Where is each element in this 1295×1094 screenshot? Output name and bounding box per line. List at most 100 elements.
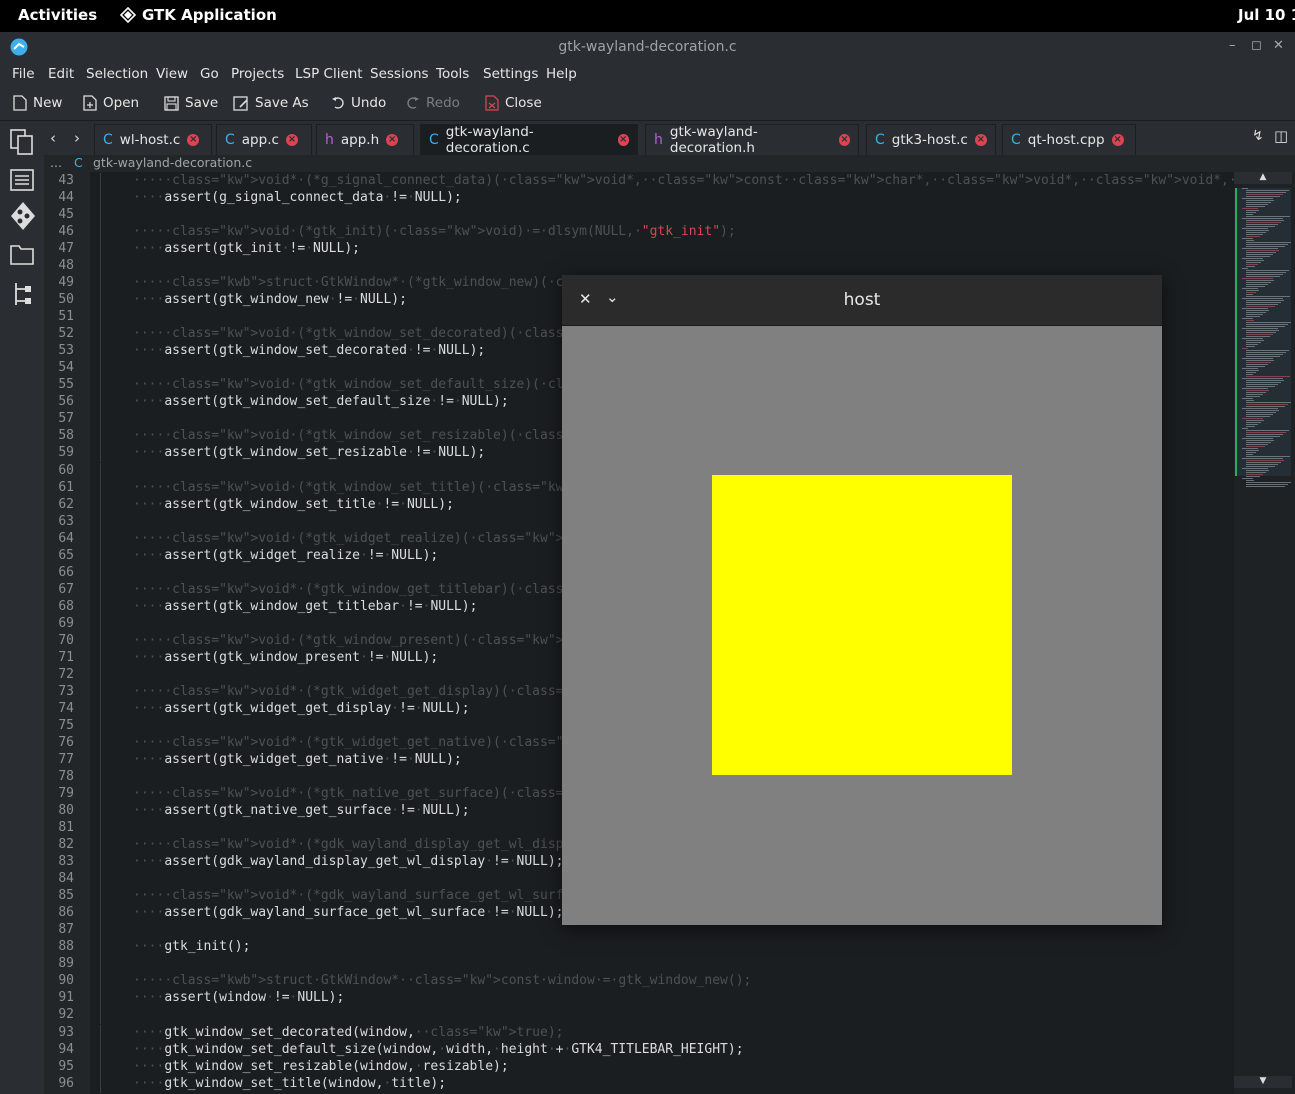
code-line[interactable]: 46 ·····class="kw">void·(*gtk_init)(·clas… — [44, 224, 1234, 242]
code-text: ····assert(gtk_window_set_resizable·!=·N… — [133, 445, 486, 461]
save-as-button[interactable]: Save As — [233, 95, 309, 111]
redo-button[interactable]: Redo — [406, 95, 460, 111]
minimap-line — [1246, 260, 1264, 261]
clock[interactable]: Jul 10 19 — [1238, 6, 1295, 24]
code-line[interactable]: 43 ·····class="kw">void*·(*g_signal_conne… — [44, 173, 1234, 190]
minimap-line — [1246, 476, 1260, 477]
line-number: 67 — [58, 581, 74, 597]
tab-wl-host-c[interactable]: C wl-host.c × — [94, 124, 212, 155]
close-window-icon[interactable]: ✕ — [1273, 38, 1284, 53]
close-tab-icon[interactable]: × — [187, 134, 200, 146]
menu-tools[interactable]: Tools — [436, 66, 469, 82]
code-text: ····assert(gtk_native_get_surface·!=·NUL… — [133, 803, 470, 819]
tab-gtk-wayland-decoration-c[interactable]: C gtk-wayland-decoration.c × — [420, 124, 638, 156]
minimap-line — [1246, 390, 1269, 391]
undo-button[interactable]: Undo — [331, 95, 386, 111]
tree-icon[interactable] — [10, 281, 34, 307]
indent-guide — [100, 564, 101, 582]
minimap-line — [1246, 432, 1286, 433]
tab-gtk-wayland-decoration-h[interactable]: h gtk-wayland-decoration.h × — [645, 124, 859, 156]
minimap-line — [1246, 480, 1254, 481]
indent-guide — [100, 854, 101, 872]
tab-qt-host-cpp[interactable]: C qt-host.cpp × — [1002, 124, 1136, 155]
close-tab-icon[interactable]: × — [838, 134, 850, 146]
gtk-app-icon — [120, 7, 136, 23]
code-line[interactable]: 94 ····gtk_window_set_default_size(window… — [44, 1041, 1234, 1059]
indent-guide — [100, 411, 101, 429]
minimap[interactable]: ▲ ▼ — [1234, 172, 1295, 1094]
close-tab-icon[interactable]: × — [974, 134, 987, 146]
minimap-line — [1246, 466, 1275, 467]
menu-sessions[interactable]: Sessions — [370, 66, 429, 82]
activities-button[interactable]: Activities — [18, 6, 97, 24]
tab-gtk3-host-c[interactable]: C gtk3-host.c × — [866, 124, 996, 155]
code-line[interactable]: 45 — [44, 207, 1234, 225]
app-menu[interactable]: GTK Application — [120, 6, 277, 24]
minimap-line — [1246, 454, 1253, 455]
code-line[interactable]: 48 — [44, 258, 1234, 276]
menu-edit[interactable]: Edit — [48, 66, 74, 82]
minimap-line — [1246, 282, 1271, 283]
tab-scroll-right-icon[interactable]: › — [74, 129, 80, 147]
close-tab-icon[interactable]: × — [285, 134, 298, 146]
minimap-line — [1246, 484, 1288, 485]
close-tab-icon[interactable]: × — [386, 134, 399, 146]
quick-open-icon[interactable]: ↯ — [1252, 128, 1264, 144]
save-button[interactable]: Save — [164, 95, 218, 111]
tab-app-c[interactable]: C app.c × — [216, 124, 312, 155]
open-button[interactable]: Open — [83, 95, 139, 111]
menu-view[interactable]: View — [156, 66, 188, 82]
minimap-line — [1246, 330, 1279, 331]
minimap-line — [1246, 246, 1285, 247]
line-number: 78 — [58, 769, 74, 785]
code-text: ····assert(gtk_window_set_title·!=·NULL)… — [133, 496, 454, 512]
minimap-line — [1246, 252, 1276, 253]
code-line[interactable]: 88 ····gtk_init(); — [44, 939, 1234, 957]
breadcrumb-file[interactable]: gtk-wayland-decoration.c — [93, 155, 252, 170]
menu-file[interactable]: File — [12, 66, 35, 82]
symbols-list-icon[interactable] — [10, 168, 34, 192]
scroll-up-icon[interactable]: ▲ — [1234, 172, 1292, 184]
code-line[interactable]: 92 — [44, 1007, 1234, 1025]
code-line[interactable]: 95 ····gtk_window_set_resizable(window,·r… — [44, 1058, 1234, 1076]
code-line[interactable]: 47 ····assert(gtk_init·!=·NULL); — [44, 241, 1234, 259]
git-icon[interactable] — [10, 201, 36, 231]
minimap-line — [1246, 296, 1290, 297]
minimap-line — [1246, 364, 1268, 365]
host-window[interactable]: ✕ ⌄ host — [562, 275, 1162, 925]
split-view-icon[interactable]: ◫ — [1274, 127, 1288, 145]
close-tab-icon[interactable]: × — [617, 134, 629, 146]
maximize-icon[interactable]: ◻ — [1251, 38, 1262, 53]
code-line[interactable]: 93 ····gtk_window_set_decorated(window,··… — [44, 1024, 1234, 1042]
tab-label: gtk3-host.c — [891, 132, 968, 148]
new-button[interactable]: New — [13, 95, 62, 111]
menu-help[interactable]: Help — [546, 66, 577, 82]
code-line[interactable]: 44 ····assert(g_signal_connect_data·!=·NU… — [44, 190, 1234, 208]
close-button[interactable]: Close — [485, 95, 542, 111]
menu-projects[interactable]: Projects — [231, 66, 284, 82]
menu-selection[interactable]: Selection — [86, 66, 148, 82]
code-line[interactable]: 90 ·····class="kwb">struct·GtkWindow*··cl… — [44, 973, 1234, 991]
minimap-line — [1246, 356, 1280, 357]
close-tab-icon[interactable]: × — [1111, 134, 1124, 146]
menu-lsp-client[interactable]: LSP Client — [295, 66, 363, 82]
menu-go[interactable]: Go — [200, 66, 219, 82]
menu-settings[interactable]: Settings — [483, 66, 538, 82]
code-text: ·····class="kw">void*·(*g_signal_connect… — [133, 173, 1234, 188]
minimap-line — [1242, 258, 1263, 259]
breadcrumb-ellipsis[interactable]: ... — [50, 155, 62, 170]
tab-scroll-left-icon[interactable]: ‹ — [50, 129, 56, 147]
code-text: ····gtk_window_set_default_size(window,·… — [133, 1041, 744, 1057]
tab-app-h[interactable]: h app.h × — [316, 124, 414, 155]
minimize-icon[interactable]: – — [1229, 38, 1236, 53]
minimap-line — [1242, 188, 1248, 189]
code-line[interactable]: 89 — [44, 956, 1234, 974]
indent-guide — [100, 837, 101, 855]
scroll-down-icon[interactable]: ▼ — [1234, 1076, 1292, 1088]
folder-icon[interactable] — [10, 243, 34, 265]
undo-icon — [332, 97, 344, 109]
redo-label: Redo — [426, 95, 460, 111]
code-line[interactable]: 96 ····gtk_window_set_title(window,·title… — [44, 1075, 1234, 1093]
documents-icon[interactable] — [10, 129, 34, 155]
code-line[interactable]: 91 ····assert(window·!=·NULL); — [44, 990, 1234, 1008]
